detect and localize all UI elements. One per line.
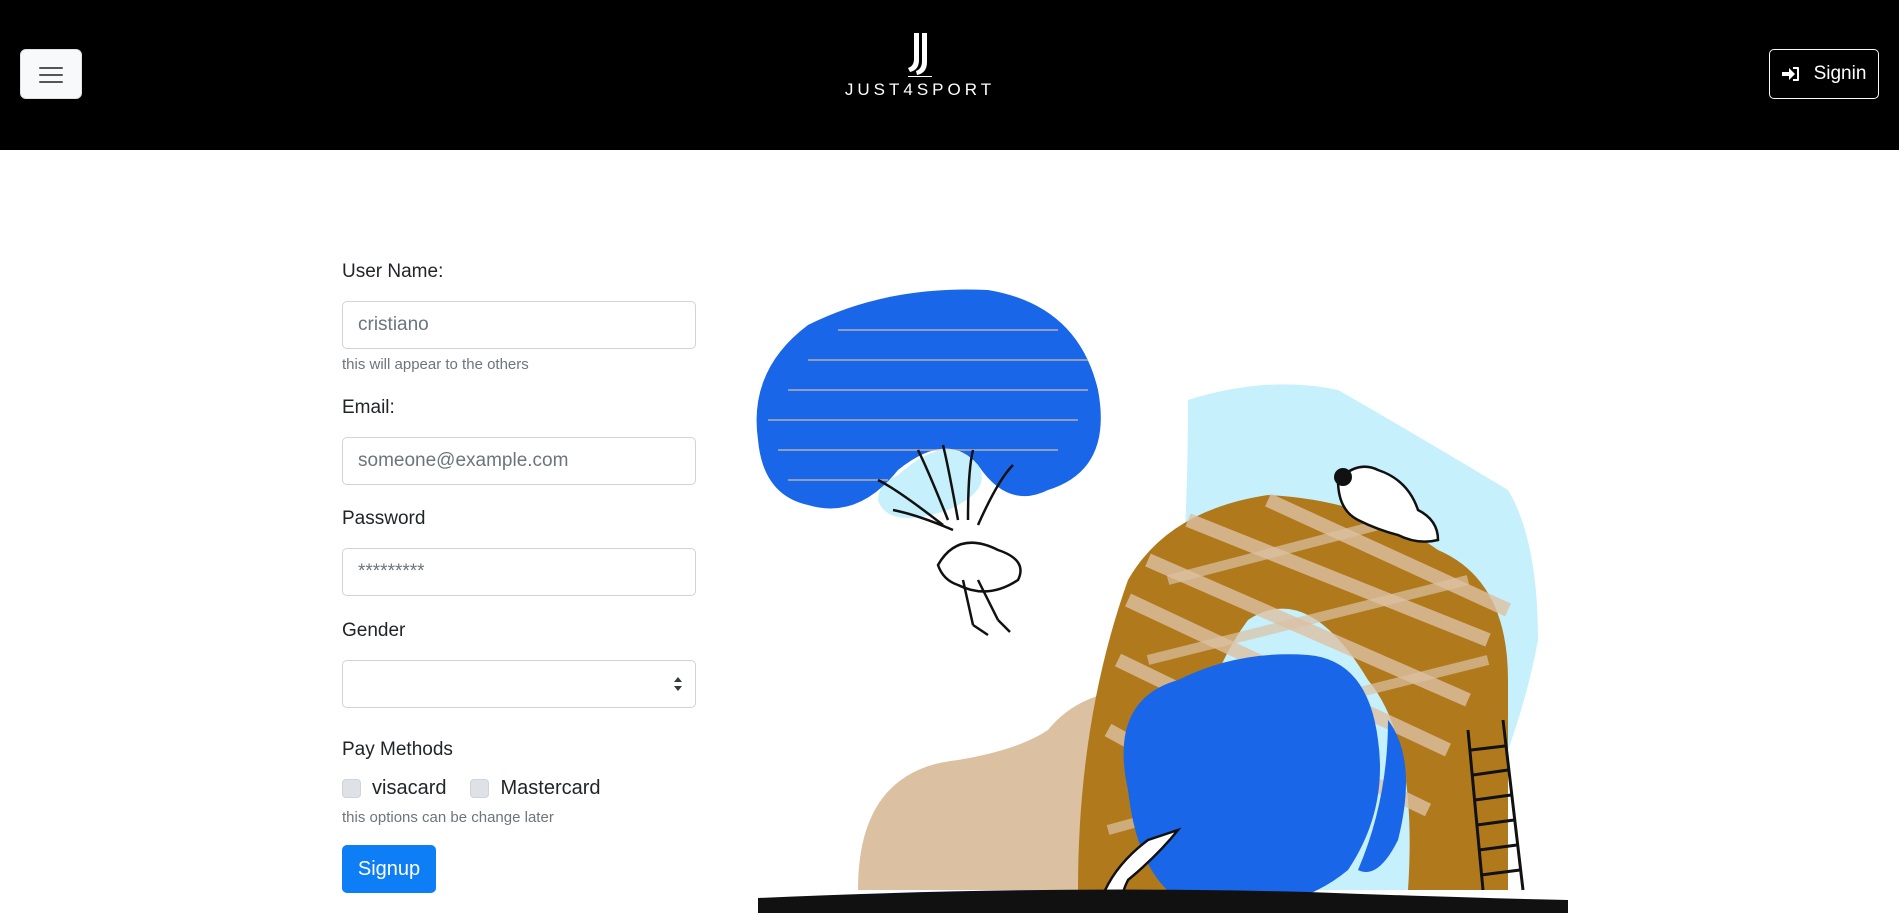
pay-methods-options: visacard Mastercard [342, 774, 696, 802]
gender-select[interactable] [342, 660, 696, 708]
sign-in-icon [1781, 67, 1799, 81]
visacard-label[interactable]: visacard [372, 777, 446, 800]
hamburger-menu-icon-line [39, 81, 63, 83]
signin-button[interactable]: Signin [1769, 49, 1879, 99]
pay-methods-help-text: this options can be change later [342, 809, 554, 826]
password-label: Password [342, 508, 426, 529]
signup-form: User Name: cristiano this will appear to… [342, 260, 696, 893]
mastercard-label[interactable]: Mastercard [500, 777, 600, 800]
email-input[interactable]: someone@example.com [342, 437, 696, 485]
signup-button[interactable]: Signup [342, 845, 436, 893]
username-help-text: this will appear to the others [342, 356, 529, 373]
password-placeholder: ********* [358, 561, 425, 582]
password-input[interactable]: ********* [342, 548, 696, 596]
email-placeholder: someone@example.com [358, 450, 569, 471]
signin-label: Signin [1813, 63, 1867, 84]
hero-illustration [756, 289, 1568, 913]
juventus-j-logo-icon [908, 33, 932, 77]
username-label: User Name: [342, 261, 444, 282]
top-navbar: JUST4SPORT Signin [0, 0, 1899, 150]
username-placeholder: cristiano [358, 314, 429, 335]
brand-logo[interactable]: JUST4SPORT [820, 30, 1020, 110]
brand-name: JUST4SPORT [844, 80, 996, 99]
hamburger-menu-icon [39, 67, 63, 69]
menu-toggle-button[interactable] [20, 49, 82, 99]
gender-label: Gender [342, 620, 406, 641]
visacard-checkbox[interactable] [342, 778, 361, 798]
select-arrows-icon [674, 677, 682, 691]
hamburger-menu-icon-line [39, 74, 63, 76]
pay-methods-label: Pay Methods [342, 739, 453, 760]
mastercard-checkbox[interactable] [470, 778, 490, 798]
email-label: Email: [342, 397, 395, 418]
username-input[interactable]: cristiano [342, 301, 696, 349]
